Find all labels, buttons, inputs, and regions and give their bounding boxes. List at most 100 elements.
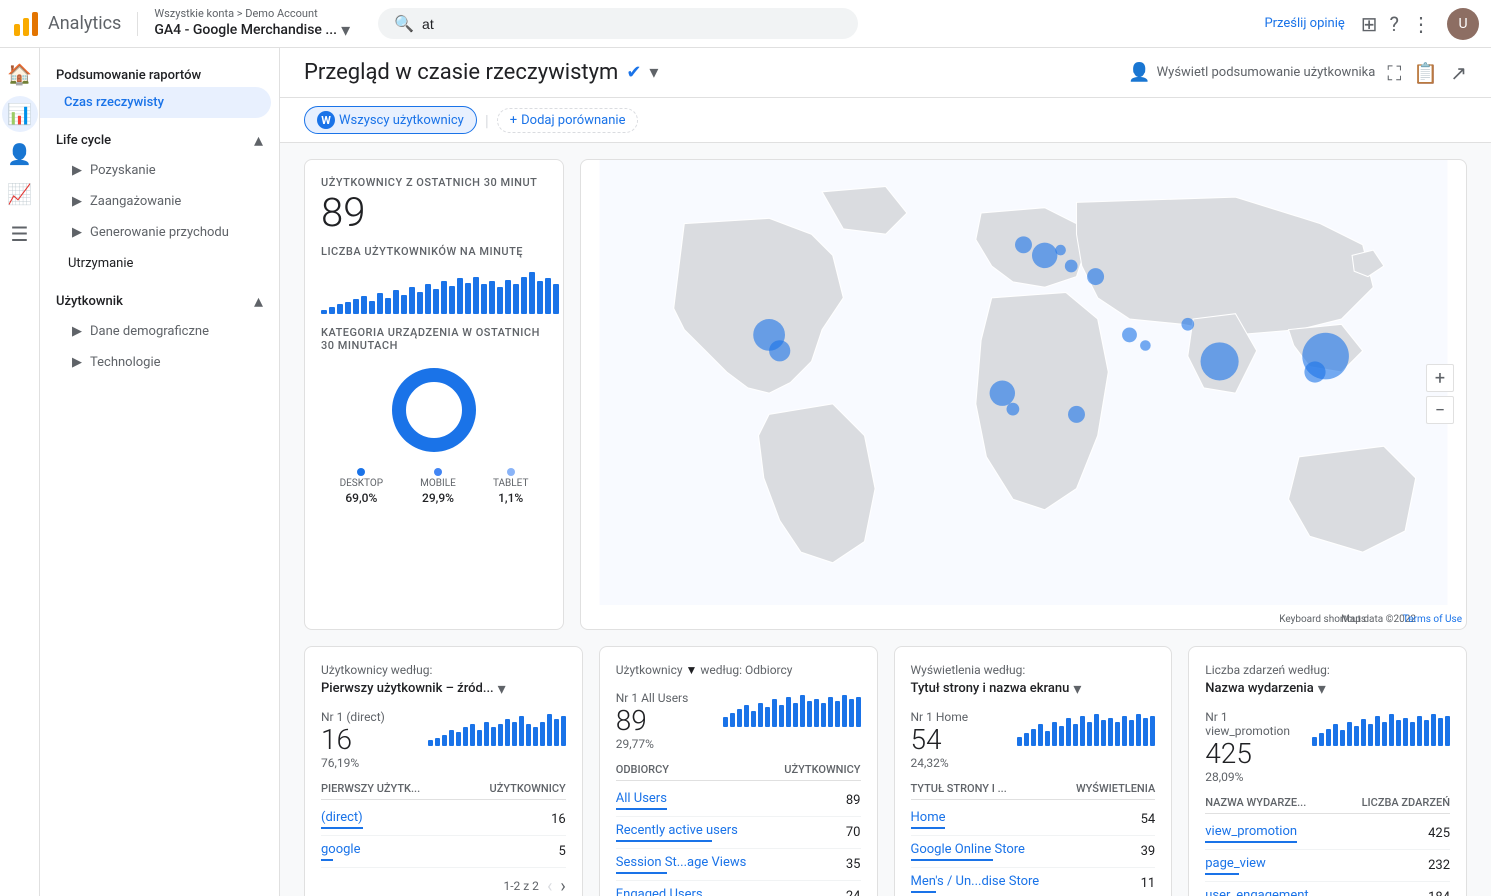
widget-bar: [512, 722, 517, 746]
widget-bar: [814, 699, 819, 727]
widget-bar: [856, 697, 861, 727]
nav-section-lifecycle[interactable]: Life cycle ▴: [40, 118, 279, 155]
sidebar-icon-home[interactable]: 🏠: [2, 56, 38, 92]
search-icon: 🔍: [394, 14, 414, 33]
row-label[interactable]: Engaged Users: [616, 887, 703, 896]
widget-bar: [723, 717, 728, 727]
row-label[interactable]: Men's / Un...dise Store: [911, 874, 1040, 889]
widget-value-col: Nr 1 All Users 89 29,77%: [616, 691, 689, 751]
zoom-in-button[interactable]: +: [1426, 364, 1454, 392]
next-page-arrow[interactable]: ›: [560, 876, 565, 896]
widget-table-header: ODBIORCY UŻYTKOWNICY: [616, 759, 861, 781]
widget-card-events: Liczba zdarzeń według: Nazwa wydarzenia …: [1188, 646, 1467, 896]
widget-mini-bars: [723, 691, 861, 727]
row-label[interactable]: Google Online Store: [911, 842, 1025, 857]
bar: [369, 301, 375, 315]
page-title-chevron-icon[interactable]: ▾: [649, 62, 658, 83]
widget-pct: 29,77%: [616, 737, 689, 751]
sidebar-item-acquisition[interactable]: ▶ Pozyskanie: [40, 155, 279, 186]
widget-bar: [1087, 722, 1092, 745]
widget-bar: [772, 699, 777, 727]
widget-bar: [1150, 716, 1155, 746]
page-header-left: Przegląd w czasie rzeczywistym ✔ ▾: [304, 60, 658, 85]
bar: [505, 280, 511, 315]
widget-value-col: Nr 1 Home 54 24,32%: [911, 710, 969, 770]
widget-main-value: 16: [321, 726, 385, 754]
sidebar-item-technology[interactable]: ▶ Technologie: [40, 347, 279, 378]
zoom-out-button[interactable]: −: [1426, 396, 1454, 424]
widget-bar: [1080, 716, 1085, 746]
widget-bar: [730, 713, 735, 727]
row-label[interactable]: page_view: [1205, 856, 1266, 871]
fullscreen-icon[interactable]: ⛶: [1387, 61, 1401, 85]
row-label[interactable]: user_engagement: [1205, 888, 1308, 896]
prev-page-arrow[interactable]: ‹: [547, 876, 552, 896]
widget-table-row: Recently active users 70: [616, 817, 861, 849]
sidebar-item-engagement[interactable]: ▶ Zaangażowanie: [40, 186, 279, 217]
sidebar-icon-realtime[interactable]: 📊: [2, 96, 38, 132]
row-label[interactable]: All Users: [616, 791, 667, 806]
help-icon[interactable]: ?: [1390, 12, 1399, 36]
nav-section-summary[interactable]: Podsumowanie raportów: [40, 56, 279, 87]
property-selector[interactable]: GA4 - Google Merchandise ... ▾: [154, 20, 350, 41]
sidebar-icon-reports[interactable]: ☰: [2, 216, 38, 252]
row-label[interactable]: view_promotion: [1205, 824, 1297, 839]
row-bar: [911, 891, 937, 893]
more-icon[interactable]: ⋮: [1411, 12, 1431, 36]
share-icon[interactable]: ↗: [1450, 61, 1467, 85]
grid-icon[interactable]: ⊞: [1361, 12, 1378, 36]
widget-value-col: Nr 1 view_promotion 425 28,09%: [1205, 710, 1312, 784]
widget-table-row: All Users 89: [616, 785, 861, 817]
widget-bar: [442, 735, 447, 746]
property-chevron-icon: ▾: [341, 20, 350, 41]
nav-sidebar: Podsumowanie raportów Czas rzeczywisty L…: [40, 48, 280, 896]
widget-top-row: Nr 1 All Users 89 29,77%: [616, 691, 861, 751]
row-label[interactable]: Recently active users: [616, 823, 738, 838]
nav-section-user[interactable]: Użytkownik ▴: [40, 279, 279, 316]
widget-table-row: page_view 232: [1205, 850, 1450, 882]
send-feedback-link[interactable]: Prześlij opinię: [1264, 16, 1344, 31]
map-card: Keyboard shortcuts Map data ©2022 Terms …: [580, 159, 1467, 630]
row-value: 70: [846, 825, 861, 840]
mobile-legend: MOBILE 29,9%: [420, 468, 456, 505]
widget-header: Wyświetlenia według:: [911, 663, 1156, 677]
sidebar-icon-audience[interactable]: 👤: [2, 136, 38, 172]
desktop-label: DESKTOP: [340, 478, 383, 489]
user-avatar[interactable]: U: [1447, 8, 1479, 40]
breadcrumb[interactable]: Wszystkie konta > Demo Account: [154, 7, 350, 20]
row-bar: [321, 827, 363, 829]
widget-rank: Nr 1 (direct): [321, 710, 385, 724]
sidebar-item-revenue[interactable]: ▶ Generowanie przychodu: [40, 217, 279, 248]
row-label[interactable]: google: [321, 842, 360, 857]
widget-rank: Nr 1 Home: [911, 710, 969, 724]
widget-bar: [1038, 724, 1043, 745]
sidebar-icon-acquisition[interactable]: 📈: [2, 176, 38, 212]
row-label[interactable]: Session St...age Views: [616, 855, 747, 870]
row-label[interactable]: (direct): [321, 810, 363, 825]
save-icon[interactable]: 📋: [1413, 61, 1438, 85]
audience-dropdown[interactable]: ▼: [686, 663, 698, 677]
widget-bar: [505, 719, 510, 746]
widget-bar: [1143, 718, 1148, 746]
widget-bar: [1122, 716, 1127, 746]
widget-bar: [561, 716, 566, 745]
bar: [409, 287, 415, 314]
sidebar-item-retention[interactable]: Utrzymanie: [40, 248, 279, 279]
row-value: 54: [1141, 812, 1156, 827]
bar: [329, 307, 335, 315]
terms-of-use-link[interactable]: Terms of Use: [1403, 614, 1462, 625]
add-comparison-button[interactable]: + Dodaj porównanie: [497, 108, 639, 133]
widget-table-header: PIERWSZY UŻYTK... UŻYTKOWNICY: [321, 778, 566, 800]
all-users-chip[interactable]: W Wszyscy użytkownicy: [304, 106, 477, 134]
user-summary-button[interactable]: 👤 Wyświetl podsumowanie użytkownika: [1128, 62, 1375, 83]
widget-bar: [1129, 720, 1134, 746]
mobile-label: MOBILE: [420, 478, 456, 489]
search-input[interactable]: [422, 16, 842, 32]
widget-bar: [737, 709, 742, 727]
sidebar-item-realtime[interactable]: Czas rzeczywisty: [40, 87, 271, 118]
row-bar: [616, 808, 667, 810]
widget-bar: [1031, 729, 1036, 746]
sidebar-item-demographics[interactable]: ▶ Dane demograficzne: [40, 316, 279, 347]
mobile-value: 29,9%: [422, 491, 454, 505]
row-label[interactable]: Home: [911, 810, 946, 825]
